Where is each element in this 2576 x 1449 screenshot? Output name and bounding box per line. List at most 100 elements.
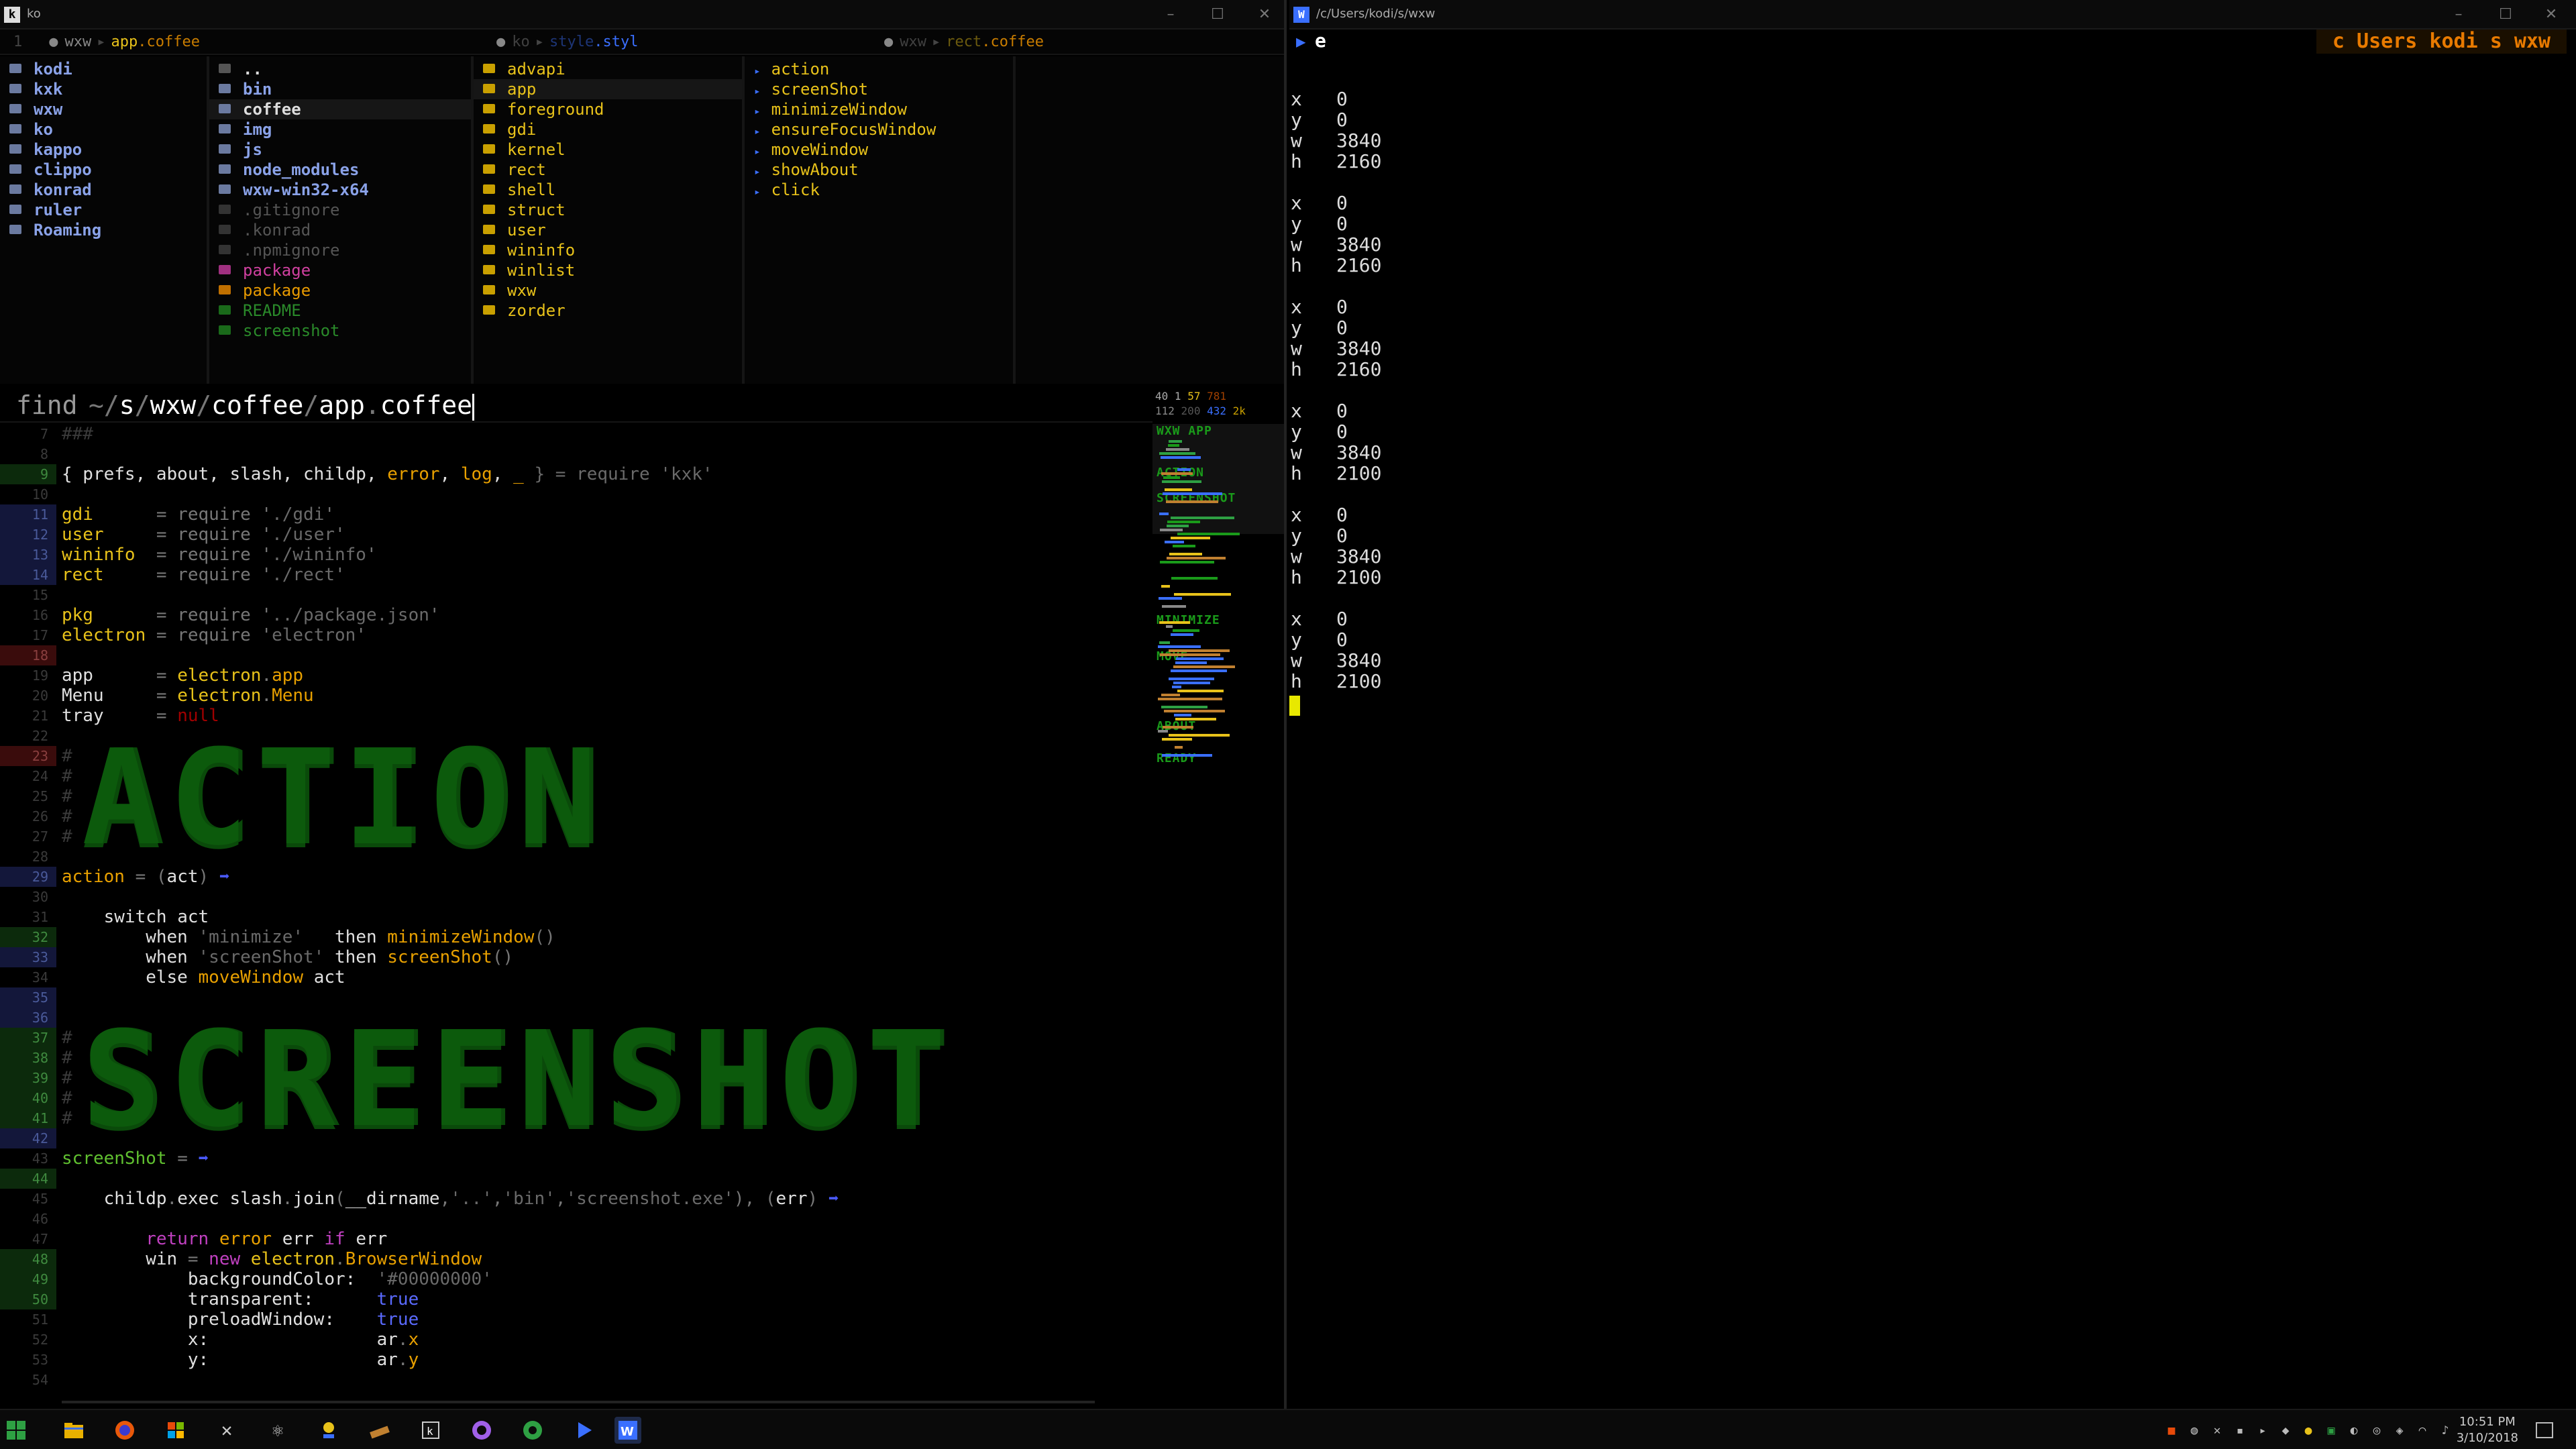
file-explorer-icon[interactable]: [60, 1417, 87, 1444]
browser-function-item[interactable]: ▸ click: [745, 180, 1013, 200]
browser-item[interactable]: Roaming: [0, 220, 207, 240]
line-number: 46: [32, 1211, 48, 1227]
browser-item[interactable]: ruler: [0, 200, 207, 220]
browser-item[interactable]: kernel: [474, 140, 742, 160]
command-input[interactable]: ~/s/wxw/coffee/app.coffee: [89, 390, 475, 421]
browser-item[interactable]: user: [474, 220, 742, 240]
windows-start-icon[interactable]: [3, 1417, 30, 1444]
browser-item[interactable]: foreground: [474, 99, 742, 119]
browser-item[interactable]: .konrad: [209, 220, 471, 240]
tab-style-styl[interactable]: ● ko ▸ style.styl: [496, 32, 638, 52]
app-tray-icon[interactable]: ▪: [2233, 1424, 2247, 1438]
xcode-x-icon[interactable]: ✕: [213, 1417, 240, 1444]
app-tray-icon[interactable]: ▸: [2255, 1424, 2270, 1438]
ko-titlebar[interactable]: k ko – ☐ ✕: [0, 0, 1284, 30]
browser-item[interactable]: advapi: [474, 59, 742, 79]
browser-item[interactable]: bin: [209, 79, 471, 99]
minimize-button[interactable]: –: [2435, 0, 2482, 30]
browser-item[interactable]: kodi: [0, 59, 207, 79]
atom-icon[interactable]: ⚛: [264, 1417, 291, 1444]
horizontal-scrollbar[interactable]: [62, 1401, 1095, 1403]
terminal-command[interactable]: e: [1315, 30, 1326, 52]
command-line[interactable]: find ~/s/wxw/coffee/app.coffee: [0, 385, 1152, 423]
browser-item[interactable]: struct: [474, 200, 742, 220]
browser-item[interactable]: ..: [209, 59, 471, 79]
wifi-icon[interactable]: ◠: [2415, 1424, 2430, 1438]
browser-item[interactable]: wxw: [474, 280, 742, 301]
browser-item[interactable]: shell: [474, 180, 742, 200]
tab-app-coffee[interactable]: 1 ● wxw ▸ app.coffee: [13, 32, 200, 52]
browser-item[interactable]: js: [209, 140, 471, 160]
wxw-app-icon[interactable]: W: [614, 1417, 641, 1444]
minimap-line: [1163, 476, 1180, 479]
network-tray-icon[interactable]: ◍: [2187, 1424, 2202, 1438]
output-value: 0: [1336, 504, 1348, 526]
tab-rect-coffee[interactable]: ● wxw ▸ rect.coffee: [884, 32, 1044, 52]
github-icon[interactable]: [468, 1417, 495, 1444]
windows-store-icon[interactable]: [162, 1417, 189, 1444]
maximize-button[interactable]: ☐: [2482, 0, 2529, 30]
browser-item[interactable]: package: [209, 260, 471, 280]
browser-item[interactable]: kappo: [0, 140, 207, 160]
browser-item[interactable]: wxw: [0, 99, 207, 119]
browser-item-selected[interactable]: app: [474, 79, 742, 99]
app-tray-icon[interactable]: ◐: [2347, 1424, 2361, 1438]
close-button[interactable]: ✕: [2528, 0, 2575, 30]
triangle-right-icon: ▸: [754, 165, 761, 178]
browser-item[interactable]: kxk: [0, 79, 207, 99]
browser-item[interactable]: rect: [474, 160, 742, 180]
output-line: y0: [1289, 525, 1381, 546]
minimap-line: [1160, 653, 1220, 656]
kappo-icon[interactable]: [315, 1417, 342, 1444]
system-clock[interactable]: 10:51 PM 3/10/2018: [2457, 1414, 2518, 1446]
code-area[interactable]: ### { prefs, about, slash, childp, error…: [62, 424, 1151, 1403]
browser-item[interactable]: winlist: [474, 260, 742, 280]
browser-item[interactable]: zorder: [474, 301, 742, 321]
ruler-icon[interactable]: [366, 1417, 393, 1444]
browser-item[interactable]: clippo: [0, 160, 207, 180]
browser-item[interactable]: wininfo: [474, 240, 742, 260]
browser-function-item[interactable]: ▸ screenShot: [745, 79, 1013, 99]
browser-item[interactable]: .npmignore: [209, 240, 471, 260]
browser-function-item[interactable]: ▸ minimizeWindow: [745, 99, 1013, 119]
close-button[interactable]: ✕: [1241, 0, 1284, 30]
browser-item[interactable]: wxw-win32-x64: [209, 180, 471, 200]
terminal-titlebar[interactable]: W /c/Users/kodi/s/wxw – ☐ ✕: [1289, 0, 2576, 30]
browser-item[interactable]: screenshot: [209, 321, 471, 341]
output-line: w 3840: [1289, 234, 1381, 255]
browser-item[interactable]: .gitignore: [209, 200, 471, 220]
code-editor[interactable]: 7 8 9 10 11 12 13 14 15 16 17 18 19 20 21 22 23 24 25 26 27 2…: [0, 424, 1151, 1403]
browser-item[interactable]: README: [209, 301, 471, 321]
terminal-prompt[interactable]: ▶ e c Users kodi s wxw: [1289, 30, 2576, 54]
browser-item-selected[interactable]: coffee: [209, 99, 471, 119]
browser-item[interactable]: ko: [0, 119, 207, 140]
kappo-tray-icon[interactable]: ●: [2301, 1424, 2316, 1438]
app-tray-icon[interactable]: ◆: [2278, 1424, 2293, 1438]
command-label: find: [16, 390, 78, 420]
browser-item[interactable]: gdi: [474, 119, 742, 140]
browser-function-item[interactable]: ▸ showAbout: [745, 160, 1013, 180]
maximize-button[interactable]: ☐: [1194, 0, 1241, 30]
minimize-button[interactable]: –: [1147, 0, 1194, 30]
browser-item[interactable]: img: [209, 119, 471, 140]
minimap[interactable]: WXW APP ACTION SCREENSHOT MINIMIZE MOVE …: [1152, 424, 1284, 826]
volume-icon[interactable]: ♪: [2438, 1424, 2453, 1438]
browser-function-item[interactable]: ▸ action: [745, 59, 1013, 79]
app-tray-icon[interactable]: ▣: [2324, 1424, 2339, 1438]
notification-center-icon[interactable]: [2536, 1422, 2553, 1438]
browser-item[interactable]: konrad: [0, 180, 207, 200]
close-tray-icon[interactable]: ✕: [2210, 1424, 2224, 1438]
browser-function-item[interactable]: ▸ ensureFocusWindow: [745, 119, 1013, 140]
play-icon[interactable]: [570, 1417, 597, 1444]
browser-function-item[interactable]: ▸ moveWindow: [745, 140, 1013, 160]
firefox-icon[interactable]: [111, 1417, 138, 1444]
svg-text:k: k: [427, 1425, 433, 1438]
browser-item[interactable]: package: [209, 280, 471, 301]
ko-editor-icon[interactable]: k: [417, 1417, 444, 1444]
app-tray-icon[interactable]: ◎: [2369, 1424, 2384, 1438]
window-title: /c/Users/kodi/s/wxw: [1316, 7, 1436, 21]
browser-item[interactable]: node_modules: [209, 160, 471, 180]
app-tray-icon[interactable]: ◈: [2392, 1424, 2407, 1438]
office-tray-icon[interactable]: ■: [2164, 1424, 2179, 1438]
green-app-icon[interactable]: [519, 1417, 546, 1444]
